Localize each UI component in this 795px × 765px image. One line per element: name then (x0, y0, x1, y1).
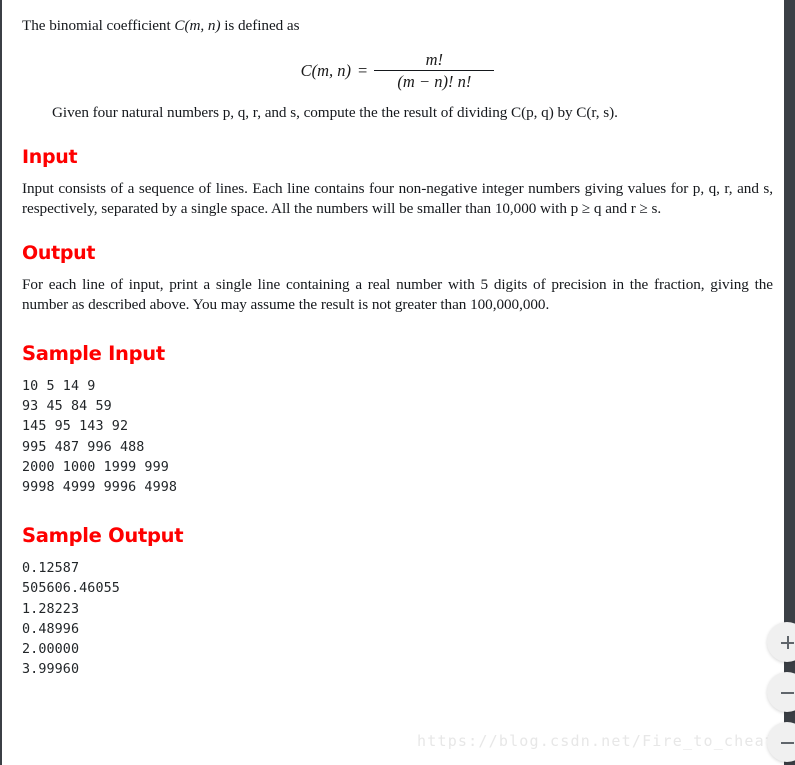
section-body-input: Input consists of a sequence of lines. E… (22, 179, 773, 218)
minus-icon (780, 686, 794, 699)
collapse-button[interactable] (767, 722, 795, 762)
given-paragraph: Given four natural numbers p, q, r, and … (52, 104, 618, 122)
document-content: The binomial coefficient C(m, n) is defi… (2, 0, 795, 680)
sample-input-line: 9998 4999 9996 4998 (22, 479, 178, 495)
zoom-out-button[interactable] (767, 672, 795, 712)
sample-input-line: 145 95 143 92 (22, 419, 129, 435)
formula-numerator: m! (425, 49, 444, 69)
formula-fraction: m! (m − n)! n! (374, 49, 495, 92)
section-heading-output: Output (22, 241, 96, 264)
sample-output-block: 0.12587 505606.46055 1.28223 0.48996 2.00000… (22, 559, 773, 680)
sample-output-line: 505606.46055 (22, 581, 120, 597)
watermark-url: https://blog.csdn.net/Fire_to_cheat_ (417, 732, 786, 750)
plus-icon (780, 635, 794, 649)
intro-suffix-text: is defined as (220, 17, 300, 34)
sample-input-block: 10 5 14 9 93 45 84 59 145 95 143 92 995 487… (22, 377, 773, 498)
intro-paragraph: The binomial coefficient C(m, n) is defi… (22, 16, 773, 37)
minus-icon (780, 736, 794, 749)
formula-denominator: (m − n)! n! (397, 71, 472, 91)
sample-output-line: 0.48996 (22, 621, 80, 637)
section-heading-sample-output: Sample Output (22, 524, 184, 548)
section-body-output: For each line of input, print a single l… (22, 275, 773, 314)
formula-expression: C(m, n) = m! (m − n)! n! (300, 49, 495, 92)
sample-output-line: 2.00000 (22, 641, 80, 657)
sample-output-line: 1.28223 (22, 601, 80, 617)
section-heading-sample-input: Sample Input (22, 341, 165, 365)
intro-inline-math: C(m, n) (174, 17, 221, 34)
binomial-formula: C(m, n) = m! (m − n)! n! (22, 49, 773, 92)
formula-equals-sign: = (358, 60, 368, 80)
formula-left-side: C(m, n) (300, 60, 352, 80)
section-heading-input: Input (22, 145, 78, 168)
document-page: The binomial coefficient C(m, n) is defi… (0, 0, 795, 765)
sample-output-line: 0.12587 (22, 561, 80, 577)
sample-input-line: 93 45 84 59 (22, 399, 112, 415)
intro-prefix-text: The binomial coefficient (22, 17, 175, 34)
sample-input-line: 995 487 996 488 (22, 439, 145, 455)
sample-input-line: 10 5 14 9 (22, 378, 96, 394)
sample-input-line: 2000 1000 1999 999 (22, 459, 169, 475)
sample-output-line: 3.99960 (22, 662, 80, 678)
